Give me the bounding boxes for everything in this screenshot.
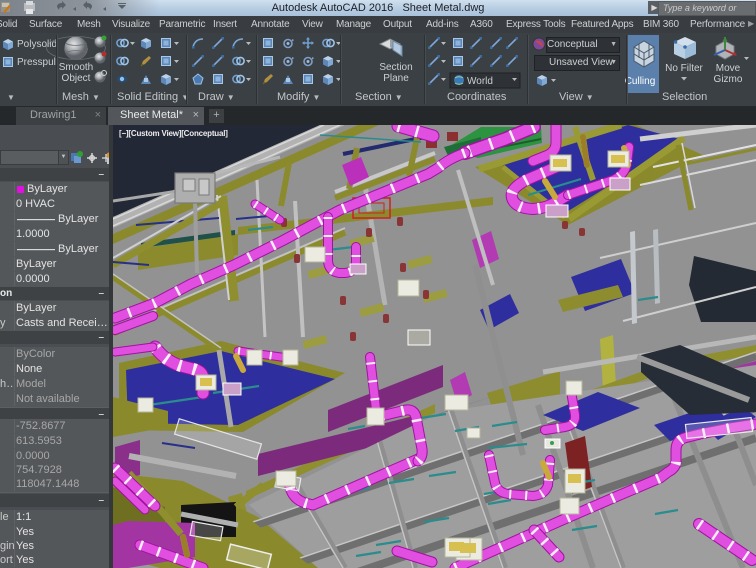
svg-text:World: World xyxy=(467,76,493,87)
